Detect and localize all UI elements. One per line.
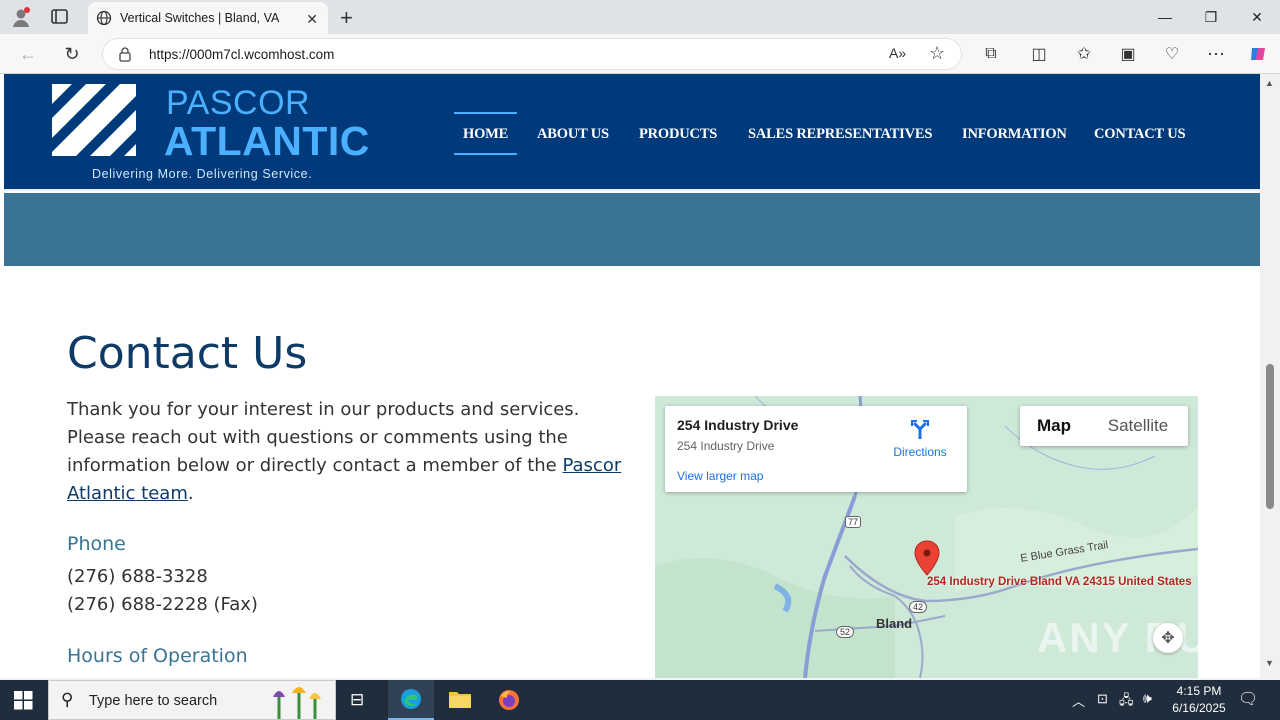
minimize-icon[interactable]: —: [1142, 0, 1188, 34]
profile-icon[interactable]: [10, 6, 32, 28]
phone-number: (276) 688-3328: [67, 566, 208, 587]
site-info-icon[interactable]: [117, 46, 133, 67]
globe-icon: [96, 10, 112, 26]
new-tab-icon[interactable]: +: [340, 5, 353, 31]
map-view-button[interactable]: Map: [1020, 406, 1088, 446]
split-screen-icon[interactable]: ◫: [1023, 38, 1055, 70]
read-aloud-icon[interactable]: A»: [889, 45, 906, 61]
hero-band: [4, 193, 1261, 266]
route-77-shield: 77: [845, 516, 862, 528]
close-tab-icon[interactable]: ✕: [306, 11, 318, 28]
nav-products[interactable]: PRODUCTS: [639, 126, 717, 143]
browser-tab-bar: Vertical Switches | Bland, VA ✕ + — ❐ ✕: [0, 0, 1280, 34]
restore-icon[interactable]: ❐: [1188, 0, 1234, 34]
hours-heading: Hours of Operation: [67, 645, 248, 667]
collections-icon[interactable]: ▣: [1112, 38, 1144, 70]
nav-information[interactable]: INFORMATION: [962, 126, 1067, 143]
scroll-up-icon[interactable]: ▲: [1265, 78, 1274, 88]
task-view-icon[interactable]: ⊟: [350, 690, 364, 710]
url-text[interactable]: https://000m7cl.wcomhost.com: [149, 47, 334, 62]
close-window-icon[interactable]: ✕: [1234, 0, 1280, 34]
directions-label: Directions: [893, 445, 947, 459]
place-info-card: 254 Industry Drive 254 Industry Drive Vi…: [665, 406, 967, 492]
intro-text: Thank you for your interest in our produ…: [67, 399, 580, 476]
map-type-control: Map Satellite: [1020, 406, 1188, 446]
directions-button[interactable]: Directions: [885, 418, 955, 459]
tulip-decoration-icon: [273, 687, 321, 719]
nav-sales-representatives[interactable]: SALES REPRESENTATIVES: [748, 126, 932, 143]
file-explorer-icon[interactable]: [448, 689, 472, 714]
place-address: 254 Industry Drive: [677, 439, 775, 453]
clock-time[interactable]: 4:15 PM: [1174, 684, 1224, 698]
copilot-icon[interactable]: [1242, 38, 1274, 70]
address-bar[interactable]: https://000m7cl.wcomhost.com A» ☆: [102, 38, 962, 70]
browser-essentials-icon[interactable]: ♡: [1156, 38, 1188, 70]
logo-stripes-icon: [52, 84, 136, 156]
map-marker-icon[interactable]: [913, 540, 941, 576]
route-42-shield: 42: [909, 601, 928, 613]
nav-contact-us[interactable]: CONTACT US: [1094, 126, 1186, 143]
search-icon: ⚲: [61, 690, 74, 709]
logo-atlantic-text: ATLANTIC: [164, 118, 370, 164]
windows-taskbar: ⚲ Type here to search ⊟ ︿ ⊡ 🖧 🕪 4:15 PM …: [0, 680, 1280, 720]
firefox-icon[interactable]: [497, 688, 521, 717]
favorites-icon[interactable]: ✩: [1068, 38, 1100, 70]
tray-chevron-icon[interactable]: ︿: [1072, 691, 1085, 710]
place-title: 254 Industry Drive: [677, 417, 799, 433]
tray-app-icon[interactable]: ⊡: [1097, 691, 1108, 707]
start-button[interactable]: [14, 691, 33, 715]
network-icon[interactable]: 🖧: [1119, 691, 1134, 713]
search-placeholder: Type here to search: [89, 693, 218, 709]
intro-end: .: [187, 483, 194, 504]
edge-taskbar-icon[interactable]: [388, 680, 434, 720]
page-title: Contact Us: [67, 328, 308, 379]
site-header: PASCOR ATLANTIC Delivering More. Deliver…: [4, 74, 1261, 191]
clock-date[interactable]: 6/16/2025: [1166, 701, 1232, 715]
view-larger-map-link[interactable]: View larger map: [677, 469, 763, 483]
nav-home[interactable]: HOME: [463, 126, 508, 143]
marker-label: 254 Industry Drive Bland VA 24315 United…: [927, 576, 1192, 588]
satellite-view-button[interactable]: Satellite: [1088, 406, 1188, 446]
address-toolbar: ← ↻ https://000m7cl.wcomhost.com A» ☆ ⧉ …: [0, 34, 1280, 74]
intro-paragraph: Thank you for your interest in our produ…: [67, 396, 627, 508]
phone-heading: Phone: [67, 533, 126, 555]
google-map[interactable]: 77 52 42 E Blue Grass Trail Bland 254 In…: [655, 396, 1198, 678]
notification-icon[interactable]: 🗨: [1238, 689, 1258, 709]
logo-tagline: Delivering More. Delivering Service.: [92, 167, 313, 181]
taskbar-search[interactable]: ⚲ Type here to search: [48, 680, 336, 720]
camera-control-icon[interactable]: ✥: [1153, 623, 1183, 653]
refresh-icon[interactable]: ↻: [56, 38, 88, 70]
nav-about-us[interactable]: ABOUT US: [537, 126, 609, 143]
route-52-shield: 52: [836, 626, 855, 638]
page-viewport: PASCOR ATLANTIC Delivering More. Deliver…: [0, 74, 1280, 678]
town-label: Bland: [876, 616, 913, 631]
active-tab[interactable]: Vertical Switches | Bland, VA ✕: [88, 2, 328, 34]
pascor-logo[interactable]: PASCOR ATLANTIC Delivering More. Deliver…: [52, 84, 369, 184]
favorite-star-icon[interactable]: ☆: [929, 43, 945, 64]
scroll-thumb[interactable]: [1266, 364, 1274, 509]
directions-icon: [911, 420, 929, 439]
volume-icon[interactable]: 🕪: [1143, 690, 1152, 707]
page-scrollbar[interactable]: ▲ ▼: [1260, 74, 1280, 678]
scroll-down-icon[interactable]: ▼: [1265, 658, 1274, 668]
tab-title: Vertical Switches | Bland, VA: [120, 11, 280, 25]
back-icon[interactable]: ←: [12, 38, 44, 70]
windows-logo-icon: [14, 691, 33, 710]
fax-number: (276) 688-2228 (Fax): [67, 594, 258, 615]
tab-actions-icon[interactable]: [50, 8, 70, 26]
extensions-icon[interactable]: ⧉: [975, 38, 1007, 70]
more-menu-icon[interactable]: ⋯: [1200, 38, 1232, 70]
